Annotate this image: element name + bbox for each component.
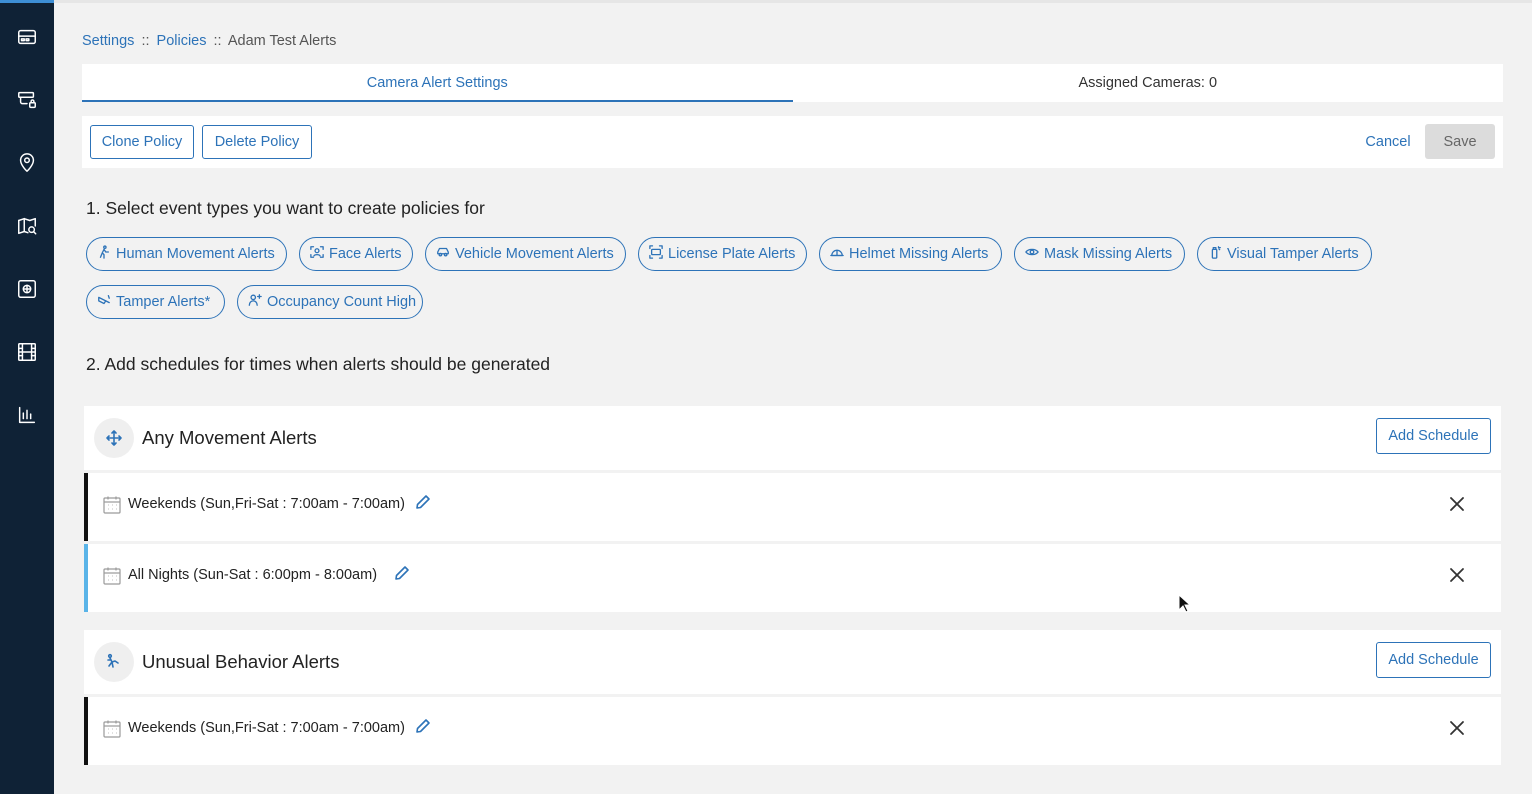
chip-license-plate-alerts[interactable]: License Plate Alerts: [638, 237, 807, 271]
license-plate-icon: [649, 245, 668, 263]
schedule-label: Weekends (Sun,Fri-Sat : 7:00am - 7:00am): [128, 720, 405, 736]
breadcrumb-settings-link[interactable]: Settings: [82, 33, 134, 49]
schedule-row[interactable]: Weekends (Sun,Fri-Sat : 7:00am - 7:00am): [84, 697, 1501, 765]
chip-label: Occupancy Count High: [267, 294, 417, 310]
sidebar-accent-bar: [0, 0, 54, 3]
schedule-label: All Nights (Sun-Sat : 6:00pm - 8:00am): [128, 567, 378, 583]
breadcrumb-current: Adam Test Alerts: [227, 33, 337, 49]
schedules-heading: 2. Add schedules for times when alerts s…: [86, 354, 551, 374]
mouse-cursor-icon: [1178, 593, 1192, 614]
calendar-icon: [102, 495, 122, 515]
tab-bar: Camera Alert Settings Assigned Cameras: …: [82, 64, 1503, 102]
main-content: Settings :: Policies :: Adam Test Alerts…: [54, 0, 1532, 794]
person-add-icon: [248, 293, 267, 311]
group-title: Any Movement Alerts: [142, 427, 317, 448]
chip-tamper-alerts[interactable]: Tamper Alerts*: [86, 285, 225, 319]
dashboard-icon[interactable]: [15, 25, 39, 49]
breadcrumb: Settings :: Policies :: Adam Test Alerts: [82, 33, 336, 49]
calendar-icon: [102, 566, 122, 586]
chip-label: Human Movement Alerts: [116, 246, 275, 262]
chip-mask-missing-alerts[interactable]: Mask Missing Alerts: [1014, 237, 1185, 271]
breadcrumb-policies-link[interactable]: Policies: [157, 33, 207, 49]
chip-human-movement-alerts[interactable]: Human Movement Alerts: [86, 237, 287, 271]
chip-helmet-missing-alerts[interactable]: Helmet Missing Alerts: [819, 237, 1002, 271]
pencil-icon[interactable]: [415, 718, 433, 736]
breadcrumb-separator: ::: [213, 33, 222, 49]
face-scan-icon: [310, 245, 329, 263]
add-schedule-button[interactable]: Add Schedule: [1376, 642, 1491, 678]
close-icon[interactable]: [1446, 717, 1468, 739]
delete-policy-button[interactable]: Delete Policy: [202, 125, 312, 159]
location-pin-icon[interactable]: [15, 151, 39, 175]
group-header-any-movement: Any Movement Alerts Add Schedule: [84, 406, 1501, 470]
walking-person-icon: [97, 245, 116, 263]
map-search-icon[interactable]: [15, 214, 39, 238]
event-types-heading: 1. Select event types you want to create…: [86, 198, 485, 218]
calendar-icon: [102, 719, 122, 739]
helmet-icon: [830, 245, 849, 263]
schedule-row[interactable]: Weekends (Sun,Fri-Sat : 7:00am - 7:00am): [84, 473, 1501, 541]
action-bar: Clone Policy Delete Policy Cancel Save: [82, 116, 1503, 168]
close-icon[interactable]: [1446, 493, 1468, 515]
chip-label: Face Alerts: [329, 246, 402, 262]
cancel-button[interactable]: Cancel: [1360, 125, 1416, 159]
group-title: Unusual Behavior Alerts: [142, 651, 340, 672]
close-icon[interactable]: [1446, 564, 1468, 586]
spray-can-icon: [1208, 245, 1227, 263]
bar-chart-icon[interactable]: [15, 403, 39, 427]
tab-camera-alert-settings[interactable]: Camera Alert Settings: [82, 64, 793, 102]
clone-policy-button[interactable]: Clone Policy: [90, 125, 194, 159]
schedule-row[interactable]: All Nights (Sun-Sat : 6:00pm - 8:00am): [84, 544, 1501, 612]
chip-visual-tamper-alerts[interactable]: Visual Tamper Alerts: [1197, 237, 1372, 271]
camera-lock-icon[interactable]: [15, 88, 39, 112]
pencil-icon[interactable]: [394, 565, 412, 583]
mask-icon: [1025, 245, 1044, 263]
chip-occupancy-count-high[interactable]: Occupancy Count High: [237, 285, 423, 319]
chip-vehicle-movement-alerts[interactable]: Vehicle Movement Alerts: [425, 237, 626, 271]
pencil-icon[interactable]: [415, 494, 433, 512]
media-box-icon[interactable]: [15, 277, 39, 301]
add-schedule-button[interactable]: Add Schedule: [1376, 418, 1491, 454]
breadcrumb-separator: ::: [141, 33, 150, 49]
chip-label: Tamper Alerts*: [116, 294, 211, 310]
chip-label: Helmet Missing Alerts: [849, 246, 989, 262]
tab-assigned-cameras[interactable]: Assigned Cameras: 0: [793, 64, 1504, 102]
running-person-icon: [94, 642, 134, 682]
film-icon[interactable]: [15, 340, 39, 364]
move-arrows-icon: [94, 418, 134, 458]
schedule-label: Weekends (Sun,Fri-Sat : 7:00am - 7:00am): [128, 496, 405, 512]
tamper-icon: [97, 293, 116, 311]
chip-label: License Plate Alerts: [668, 246, 796, 262]
chip-face-alerts[interactable]: Face Alerts: [299, 237, 413, 271]
group-header-unusual-behavior: Unusual Behavior Alerts Add Schedule: [84, 630, 1501, 694]
chip-label: Visual Tamper Alerts: [1227, 246, 1359, 262]
chip-label: Vehicle Movement Alerts: [455, 246, 614, 262]
sidebar: [0, 0, 54, 794]
chip-label: Mask Missing Alerts: [1044, 246, 1173, 262]
save-button[interactable]: Save: [1425, 124, 1495, 159]
car-icon: [436, 245, 455, 263]
top-divider: [54, 0, 1532, 3]
